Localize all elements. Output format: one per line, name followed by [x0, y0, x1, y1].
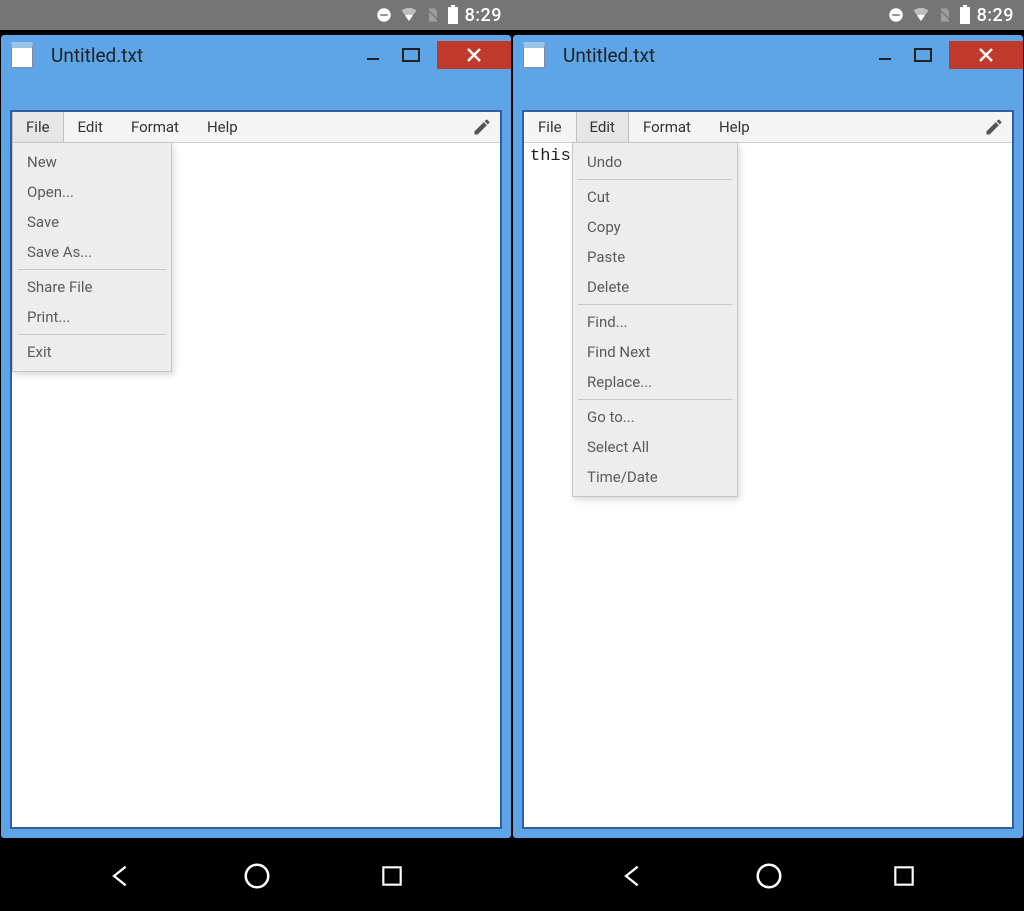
menu-item-select-all[interactable]: Select All	[573, 432, 737, 462]
file-menu-dropdown: NewOpen...SaveSave As... Share FilePrint.…	[12, 142, 172, 372]
menu-format[interactable]: Format	[629, 112, 705, 142]
content-frame: File Edit Format Help this Undo CutCopyPa…	[522, 110, 1014, 829]
menu-format[interactable]: Format	[117, 112, 193, 142]
recents-button[interactable]	[379, 863, 405, 893]
close-button[interactable]	[437, 41, 511, 69]
menu-file[interactable]: File	[12, 112, 64, 142]
android-nav-bar	[0, 844, 1024, 911]
window-title: Untitled.txt	[51, 44, 143, 67]
menu-separator	[18, 334, 166, 335]
notepad-icon	[11, 42, 33, 68]
window-title: Untitled.txt	[563, 44, 655, 67]
home-button[interactable]	[754, 861, 784, 895]
window-frame: Untitled.txt File Edit Format Help	[1, 35, 511, 838]
menu-bar: File Edit Format Help	[524, 112, 1012, 143]
title-bar[interactable]: Untitled.txt	[1, 35, 511, 75]
maximize-button[interactable]	[903, 41, 943, 69]
status-bar: 8:29	[0, 0, 512, 30]
right-pane: 8:29 Untitled.txt File Ed	[512, 0, 1024, 844]
menu-bar: File Edit Format Help	[12, 112, 500, 143]
menu-item-new[interactable]: New	[13, 147, 171, 177]
dnd-icon	[375, 6, 393, 24]
battery-icon	[447, 5, 459, 25]
window-frame: Untitled.txt File Edit Format Help	[513, 35, 1023, 838]
menu-item-cut[interactable]: Cut	[573, 182, 737, 212]
menu-item-copy[interactable]: Copy	[573, 212, 737, 242]
menu-item-replace[interactable]: Replace...	[573, 367, 737, 397]
content-frame: File Edit Format Help this is note. NewO…	[10, 110, 502, 829]
menu-item-exit[interactable]: Exit	[13, 337, 171, 367]
wifi-icon	[399, 6, 419, 24]
menu-separator	[578, 179, 732, 180]
no-sim-icon	[937, 6, 953, 24]
close-button[interactable]	[949, 41, 1023, 69]
home-button[interactable]	[242, 861, 272, 895]
menu-item-save-as[interactable]: Save As...	[13, 237, 171, 267]
menu-item-open[interactable]: Open...	[13, 177, 171, 207]
menu-item-time-date[interactable]: Time/Date	[573, 462, 737, 492]
menu-edit[interactable]: Edit	[576, 112, 629, 142]
menu-separator	[578, 399, 732, 400]
no-sim-icon	[425, 6, 441, 24]
menu-separator	[578, 304, 732, 305]
notepad-icon	[523, 42, 545, 68]
menu-help[interactable]: Help	[193, 112, 252, 142]
menu-item-print[interactable]: Print...	[13, 302, 171, 332]
battery-icon	[959, 5, 971, 25]
menu-item-find-next[interactable]: Find Next	[573, 337, 737, 367]
wifi-icon	[911, 6, 931, 24]
status-time: 8:29	[465, 5, 502, 26]
minimize-button[interactable]	[867, 41, 903, 69]
pencil-icon[interactable]	[976, 112, 1012, 142]
editor-text: this	[530, 147, 571, 166]
menu-help[interactable]: Help	[705, 112, 764, 142]
menu-item-go-to[interactable]: Go to...	[573, 402, 737, 432]
back-button[interactable]	[619, 862, 647, 894]
pencil-icon[interactable]	[464, 112, 500, 142]
recents-button[interactable]	[891, 863, 917, 893]
left-pane: 8:29 Untitled.txt File Ed	[0, 0, 512, 844]
menu-item-paste[interactable]: Paste	[573, 242, 737, 272]
menu-file[interactable]: File	[524, 112, 576, 142]
menu-item-save[interactable]: Save	[13, 207, 171, 237]
edit-menu-dropdown: Undo CutCopyPasteDelete Find...Find NextRe…	[572, 142, 738, 497]
menu-separator	[18, 269, 166, 270]
dnd-icon	[887, 6, 905, 24]
title-bar[interactable]: Untitled.txt	[513, 35, 1023, 75]
menu-item-find[interactable]: Find...	[573, 307, 737, 337]
minimize-button[interactable]	[355, 41, 391, 69]
maximize-button[interactable]	[391, 41, 431, 69]
status-bar: 8:29	[512, 0, 1024, 30]
menu-edit[interactable]: Edit	[64, 112, 117, 142]
back-button[interactable]	[107, 862, 135, 894]
menu-item-delete[interactable]: Delete	[573, 272, 737, 302]
menu-item-share-file[interactable]: Share File	[13, 272, 171, 302]
status-time: 8:29	[977, 5, 1014, 26]
menu-item-undo[interactable]: Undo	[573, 147, 737, 177]
